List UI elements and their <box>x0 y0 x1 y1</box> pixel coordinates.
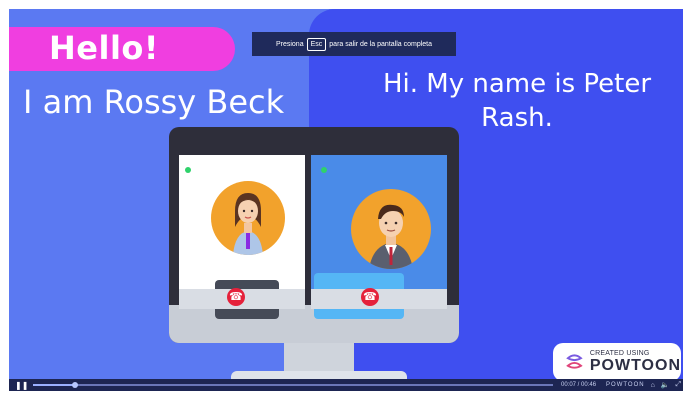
created-using-label: CREATED USING <box>589 349 650 357</box>
call-tab-left <box>215 309 279 319</box>
screen-frame: Hello! I am Rossy Beck Hi. My name is Pe… <box>0 0 688 394</box>
left-intro-text: I am Rossy Beck <box>23 83 285 121</box>
peter-avatar <box>351 189 431 269</box>
powtoon-watermark-text: CREATED USING POWTOON <box>590 350 681 375</box>
player-controls-bar: ❚❚ 00:07 / 00:46 POWTOON ⌂ 🔈 ⤢ <box>9 379 683 391</box>
player-brand: POWTOON <box>606 382 645 388</box>
video-player[interactable]: Hello! I am Rossy Beck Hi. My name is Pe… <box>9 9 683 385</box>
phone-hangup-icon: ☎ <box>363 290 377 303</box>
pause-icon[interactable]: ❚❚ <box>15 381 28 390</box>
powtoon-watermark[interactable]: CREATED USING POWTOON <box>553 343 681 381</box>
fullscreen-icon[interactable]: ⤢ <box>676 381 682 389</box>
hello-heading: Hello! <box>49 29 159 67</box>
right-intro-line1: Hi. My name is Peter <box>382 69 652 99</box>
powtoon-brand-label: POWTOON <box>589 356 681 374</box>
woman-illustration <box>233 193 263 255</box>
end-call-left-button[interactable]: ☎ <box>227 288 245 306</box>
call-bar-right <box>311 289 447 309</box>
end-call-right-button[interactable]: ☎ <box>361 288 379 306</box>
progress-scrubber[interactable] <box>71 382 78 388</box>
volume-icon[interactable]: 🔈 <box>661 381 670 389</box>
right-intro-text: Hi. My name is Peter Rash. <box>367 67 667 135</box>
time-readout: 00:07 / 00:46 <box>561 382 597 388</box>
powtoon-logo-icon <box>566 354 583 369</box>
rossy-avatar <box>211 181 285 255</box>
home-icon[interactable]: ⌂ <box>651 382 655 389</box>
fullscreen-exit-hint: Presiona Esc para salir de la pantalla c… <box>252 32 456 56</box>
call-tab-right <box>314 309 404 319</box>
progress-track[interactable] <box>33 382 553 388</box>
phone-hangup-icon: ☎ <box>229 290 243 303</box>
esc-key-label: Esc <box>306 37 327 51</box>
call-tab-right-top <box>314 273 404 289</box>
progress-fill <box>33 384 75 386</box>
esc-hint-after: para salir de la pantalla completa <box>329 40 433 48</box>
call-tab-left-top <box>215 280 279 289</box>
online-status-dot-right <box>321 167 327 173</box>
online-status-dot-left <box>185 167 191 173</box>
esc-hint-before: Presiona <box>275 40 304 48</box>
man-illustration <box>369 204 413 269</box>
